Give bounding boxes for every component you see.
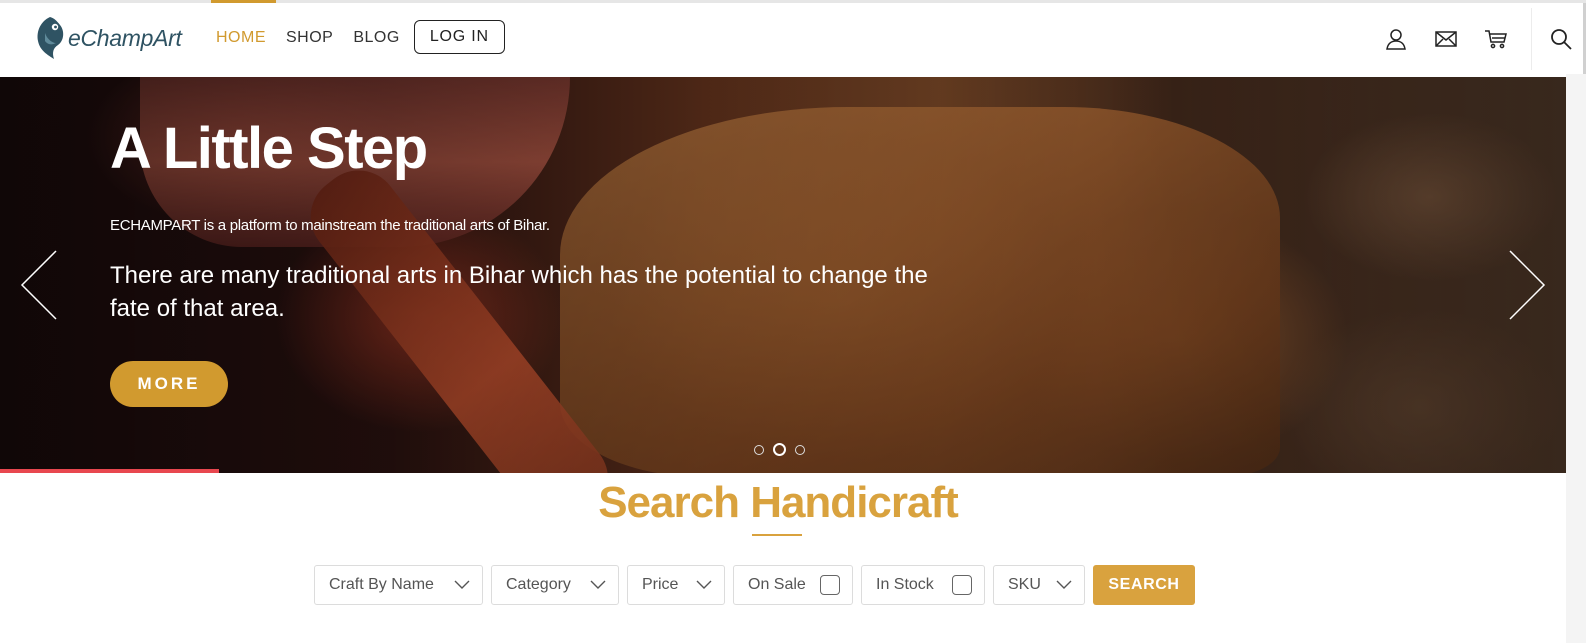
in-stock-label: In Stock — [876, 576, 934, 593]
slide-dot-active[interactable] — [773, 443, 786, 456]
on-sale-label: On Sale — [748, 576, 806, 593]
nav-blog[interactable]: BLOG — [343, 3, 409, 75]
bird-logo-icon — [37, 17, 64, 59]
account-button[interactable] — [1371, 3, 1421, 75]
slide-dot[interactable] — [754, 444, 764, 455]
hero-title: A Little Step — [110, 116, 428, 181]
page-scrollbar[interactable] — [1566, 74, 1586, 643]
cart-button[interactable] — [1471, 3, 1521, 75]
craft-name-label: Craft By Name — [329, 576, 434, 593]
craft-name-select[interactable]: Craft By Name — [314, 565, 483, 605]
price-select[interactable]: Price — [627, 565, 725, 605]
search-section-title: Search Handicraft — [598, 478, 959, 527]
sku-select[interactable]: SKU — [993, 565, 1085, 605]
sku-label: SKU — [1008, 576, 1041, 593]
brand-name: eChampArt — [68, 24, 182, 51]
hero-slider: A Little Step ECHAMPART is a platform to… — [0, 77, 1566, 473]
chevron-down-icon — [454, 580, 470, 589]
search-button[interactable]: SEARCH — [1093, 565, 1195, 605]
on-sale-checkbox[interactable] — [820, 575, 840, 595]
category-select[interactable]: Category — [491, 565, 619, 605]
search-filters: Craft By Name Category Price On Sale In … — [314, 565, 1195, 605]
title-underline — [752, 534, 802, 536]
chevron-down-icon — [1056, 580, 1072, 589]
hero-description: There are many traditional arts in Bihar… — [110, 262, 928, 322]
mail-icon — [1435, 31, 1457, 47]
nav-shop[interactable]: SHOP — [276, 3, 343, 75]
cart-icon — [1485, 30, 1507, 49]
brand-logo[interactable]: eChampArt — [34, 15, 182, 61]
more-button[interactable]: MORE — [110, 361, 228, 407]
search-toggle-button[interactable] — [1536, 3, 1586, 75]
hero-subtitle: ECHAMPART is a platform to mainstream th… — [110, 217, 550, 234]
slide-dots — [754, 443, 805, 456]
slide-progress-bar — [0, 469, 220, 473]
prev-slide-arrow-icon[interactable] — [18, 249, 58, 321]
next-slide-arrow-icon[interactable] — [1508, 249, 1548, 321]
header-divider — [1531, 8, 1532, 70]
on-sale-filter[interactable]: On Sale — [733, 565, 853, 605]
category-label: Category — [506, 576, 571, 593]
login-button[interactable]: LOG IN — [413, 19, 505, 54]
main-nav: HOME SHOP BLOG LOG IN — [206, 0, 505, 75]
header-icons — [1371, 3, 1586, 75]
slide-dot[interactable] — [795, 444, 805, 455]
in-stock-checkbox[interactable] — [952, 575, 972, 595]
user-icon — [1386, 29, 1406, 50]
chevron-down-icon — [590, 580, 606, 589]
in-stock-filter[interactable]: In Stock — [861, 565, 985, 605]
site-header: eChampArt HOME SHOP BLOG LOG IN — [0, 0, 1586, 77]
price-label: Price — [642, 576, 679, 593]
search-icon — [1551, 29, 1572, 50]
chevron-down-icon — [696, 580, 712, 589]
contact-button[interactable] — [1421, 3, 1471, 75]
nav-home[interactable]: HOME — [206, 0, 276, 75]
